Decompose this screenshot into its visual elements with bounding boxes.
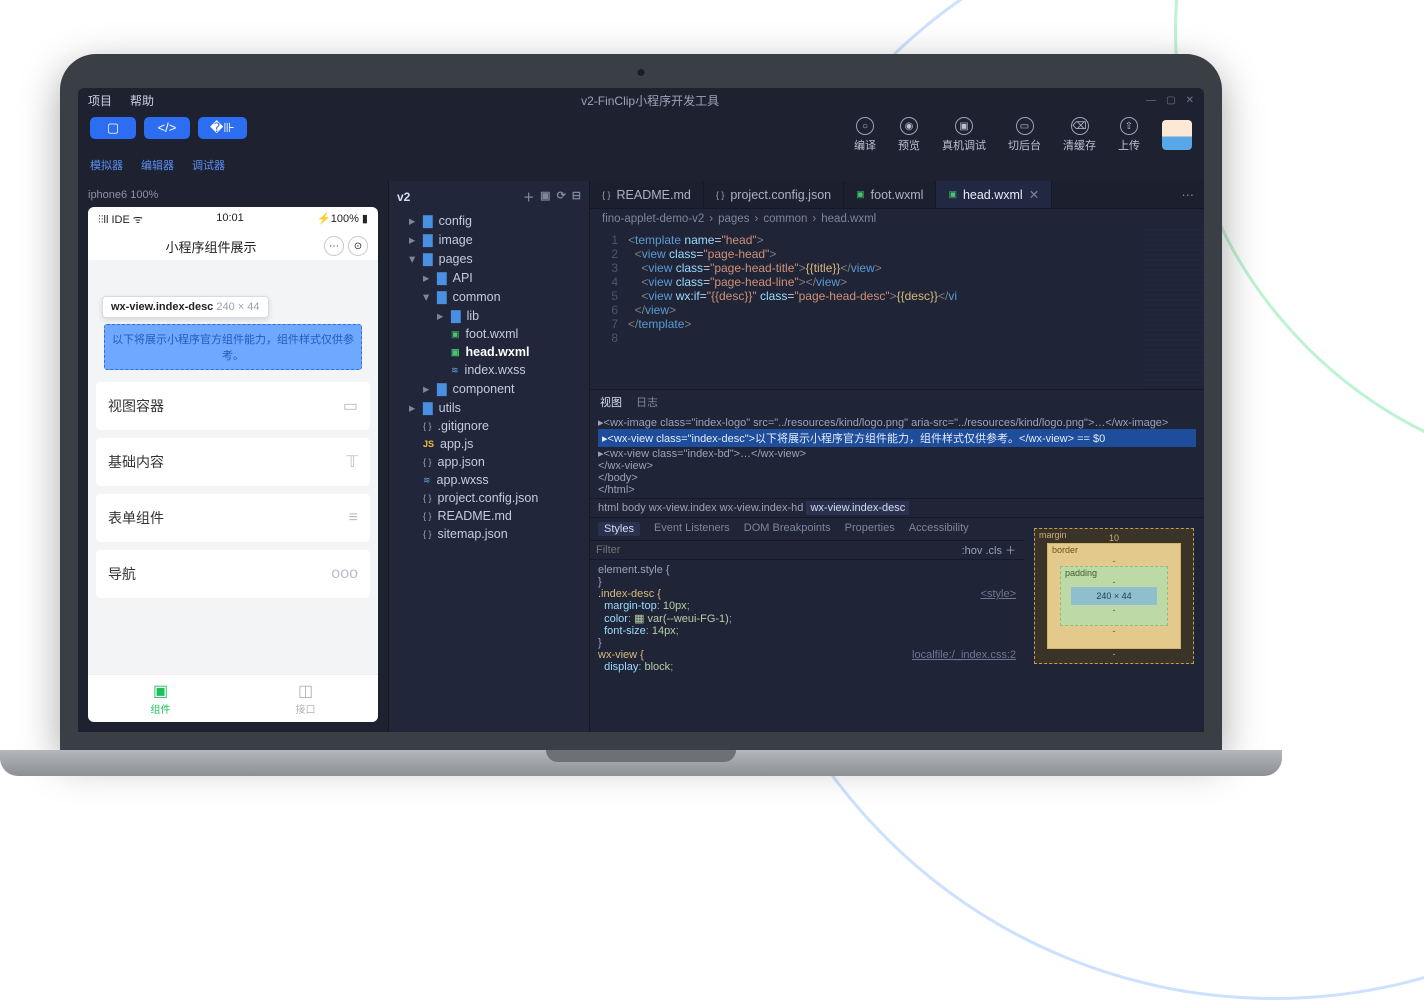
minimap[interactable]: [1144, 229, 1204, 389]
folder-node[interactable]: ▸▇config: [389, 211, 589, 230]
editor-tab[interactable]: { }project.config.json: [704, 181, 844, 208]
folder-node[interactable]: ▾▇common: [389, 287, 589, 306]
editor-tab[interactable]: ▣foot.wxml: [844, 181, 936, 208]
window-minimize-icon[interactable]: —: [1146, 95, 1156, 106]
highlighted-element[interactable]: 以下将展示小程序官方组件能力，组件样式仅供参考。: [104, 324, 362, 370]
capsule-menu-icon[interactable]: ⋯: [324, 236, 344, 256]
window-maximize-icon[interactable]: ▢: [1166, 95, 1175, 106]
project-root[interactable]: v2: [397, 190, 410, 204]
tab-components[interactable]: ▣组件: [88, 675, 233, 722]
devtab-view[interactable]: 视图: [600, 394, 622, 410]
toggle-simulator[interactable]: ▢: [90, 117, 136, 139]
devtools: 视图 日志 ▸<wx-image class="index-logo" src=…: [590, 389, 1204, 732]
action-background[interactable]: ▭切后台: [1008, 117, 1041, 153]
avatar[interactable]: [1162, 120, 1192, 150]
styles-tab[interactable]: Styles: [598, 522, 640, 536]
dom-tree[interactable]: ▸<wx-image class="index-logo" src="../re…: [590, 414, 1204, 498]
file-node[interactable]: JSapp.js: [389, 435, 589, 453]
status-battery: ⚡100% ▮: [317, 212, 368, 227]
menubar: 项目 帮助 v2-FinClip小程序开发工具 — ▢ ✕: [78, 88, 1204, 113]
code-editor[interactable]: 1<template name="head">2 <view class="pa…: [590, 229, 1204, 389]
action-clear-cache[interactable]: ⌫清缓存: [1063, 117, 1096, 153]
folder-node[interactable]: ▾▇pages: [389, 249, 589, 268]
list-item[interactable]: 导航ooo: [96, 550, 370, 598]
device-info: iphone6 100%: [88, 189, 378, 201]
capsule-close-icon[interactable]: ⊙: [348, 236, 368, 256]
styles-tab[interactable]: DOM Breakpoints: [744, 522, 831, 536]
action-preview[interactable]: ◉预览: [898, 117, 920, 153]
refresh-icon[interactable]: ⟳: [557, 189, 566, 205]
action-compile[interactable]: ○编译: [854, 117, 876, 153]
action-remote-debug[interactable]: ▣真机调试: [942, 117, 986, 153]
file-node[interactable]: { }sitemap.json: [389, 525, 589, 543]
label-simulator: 模拟器: [90, 157, 123, 173]
devtab-log[interactable]: 日志: [636, 394, 658, 410]
editor-tab[interactable]: { }README.md: [590, 181, 704, 208]
window-close-icon[interactable]: ✕: [1186, 95, 1194, 106]
label-editor: 编辑器: [141, 157, 174, 173]
css-rules[interactable]: element.style { } .index-desc {<style> m…: [590, 560, 1024, 677]
toggle-editor[interactable]: </>: [144, 117, 190, 139]
window-title: v2-FinClip小程序开发工具: [172, 92, 1128, 109]
laptop-frame: 项目 帮助 v2-FinClip小程序开发工具 — ▢ ✕ ▢ </> �⊪ ○…: [60, 54, 1222, 776]
styles-tab[interactable]: Event Listeners: [654, 522, 730, 536]
box-content-size: 240 × 44: [1071, 587, 1157, 605]
action-upload[interactable]: ⇧上传: [1118, 117, 1140, 153]
folder-node[interactable]: ▸▇API: [389, 268, 589, 287]
inspect-tooltip: wx-view.index-desc 240 × 44: [102, 296, 269, 318]
tab-api[interactable]: ◫接口: [233, 675, 378, 722]
menu-help[interactable]: 帮助: [130, 92, 154, 109]
breadcrumbs[interactable]: fino-applet-demo-v2›pages›common›head.wx…: [590, 209, 1204, 229]
list-item[interactable]: 表单组件≡: [96, 494, 370, 542]
toolbar: ▢ </> �⊪ ○编译 ◉预览 ▣真机调试 ▭切后台 ⌫清缓存 ⇧上传: [78, 113, 1204, 161]
styles-filter-input[interactable]: [590, 541, 954, 559]
file-node[interactable]: { }app.json: [389, 453, 589, 471]
file-node[interactable]: ≋app.wxss: [389, 471, 589, 489]
tabs-more-icon[interactable]: ⋯: [1172, 187, 1205, 202]
toggle-debugger[interactable]: �⊪: [198, 117, 247, 139]
file-node[interactable]: ≋index.wxss: [389, 361, 589, 379]
new-file-icon[interactable]: ＋: [523, 189, 534, 205]
list-item[interactable]: 视图容器▭: [96, 382, 370, 430]
menu-project[interactable]: 项目: [88, 92, 112, 109]
file-node[interactable]: ▣foot.wxml: [389, 325, 589, 343]
file-explorer[interactable]: v2 ＋ ▣ ⟳ ⊟ ▸▇config▸▇image▾▇pages▸▇API▾▇…: [388, 181, 590, 732]
dom-path[interactable]: html body wx-view.index wx-view.index-hd…: [590, 498, 1204, 518]
status-time: 10:01: [216, 212, 244, 227]
ide-window: 项目 帮助 v2-FinClip小程序开发工具 — ▢ ✕ ▢ </> �⊪ ○…: [78, 88, 1204, 732]
editor-tab[interactable]: ▣head.wxml✕: [936, 181, 1052, 208]
box-model: margin 10 border - padding - 240 × 4: [1024, 518, 1204, 732]
styles-tab[interactable]: Properties: [845, 522, 895, 536]
folder-node[interactable]: ▸▇image: [389, 230, 589, 249]
label-debugger: 调试器: [192, 157, 225, 173]
status-carrier: ⫶⫶ll IDE ᯤ: [98, 212, 143, 227]
file-node[interactable]: { }README.md: [389, 507, 589, 525]
folder-node[interactable]: ▸▇utils: [389, 398, 589, 417]
folder-node[interactable]: ▸▇lib: [389, 306, 589, 325]
phone-frame: ⫶⫶ll IDE ᯤ 10:01 ⚡100% ▮ 小程序组件展示 ⋯ ⊙: [88, 207, 378, 722]
new-folder-icon[interactable]: ▣: [540, 189, 550, 205]
file-node[interactable]: { }.gitignore: [389, 417, 589, 435]
collapse-icon[interactable]: ⊟: [572, 189, 581, 205]
list-item[interactable]: 基础内容𝕋: [96, 438, 370, 486]
file-node[interactable]: ▣head.wxml: [389, 343, 589, 361]
styles-hov-toggle[interactable]: :hov .cls ＋: [954, 542, 1024, 558]
editor-tabs: { }README.md{ }project.config.json▣foot.…: [590, 181, 1204, 209]
styles-tab[interactable]: Accessibility: [909, 522, 969, 536]
file-node[interactable]: { }project.config.json: [389, 489, 589, 507]
page-title: 小程序组件展示: [98, 237, 324, 256]
simulator-pane: iphone6 100% ⫶⫶ll IDE ᯤ 10:01 ⚡100% ▮ 小程…: [78, 181, 388, 732]
folder-node[interactable]: ▸▇component: [389, 379, 589, 398]
